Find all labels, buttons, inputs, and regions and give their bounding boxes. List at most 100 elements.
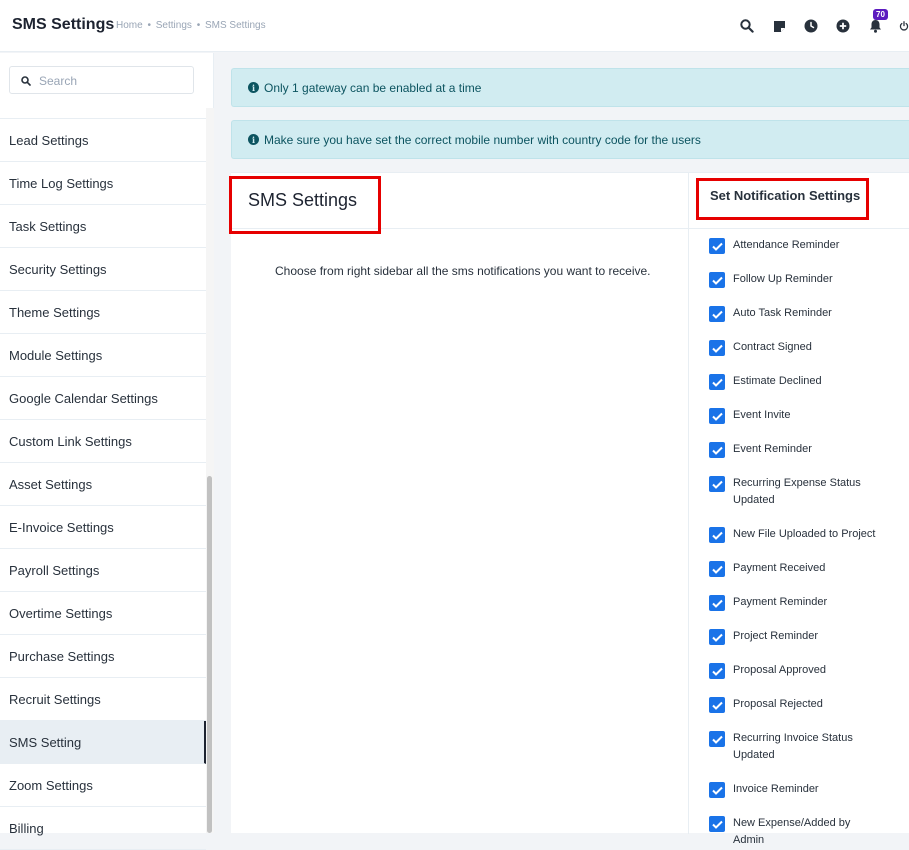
sidebar-item-sms-setting[interactable]: SMS Setting <box>0 721 206 764</box>
notification-checkbox-row[interactable]: Proposal Approved <box>709 662 904 696</box>
check-icon <box>711 735 723 744</box>
checkbox[interactable] <box>709 595 725 611</box>
sidebar-item-theme-settings[interactable]: Theme Settings <box>0 291 206 334</box>
notification-checkbox-row[interactable]: Follow Up Reminder <box>709 271 904 305</box>
checkbox-label: Attendance Reminder <box>733 239 840 251</box>
check-icon <box>711 242 723 251</box>
sidebar-item-module-settings[interactable]: Module Settings <box>0 334 206 377</box>
check-icon <box>711 599 723 608</box>
search-input[interactable] <box>39 72 189 89</box>
checkbox[interactable] <box>709 782 725 798</box>
notification-checkbox-row[interactable]: Auto Task Reminder <box>709 305 904 339</box>
bell-icon[interactable]: 70 <box>867 9 888 34</box>
notification-checkbox-row[interactable]: Project Reminder <box>709 628 904 662</box>
checkbox-label: New File Uploaded to Project <box>733 528 876 540</box>
notification-checkbox-row[interactable]: Attendance Reminder <box>709 237 904 271</box>
alert-text: Make sure you have set the correct mobil… <box>264 132 701 147</box>
info-icon: i <box>248 134 259 145</box>
power-icon[interactable] <box>899 18 909 34</box>
checkbox-label: New Expense/Added by Admin <box>733 817 851 846</box>
add-circle-icon[interactable] <box>835 18 851 34</box>
sidebar-item-time-log-settings[interactable]: Time Log Settings <box>0 162 206 205</box>
breadcrumb-separator: • <box>196 20 201 31</box>
notification-checkbox-row[interactable]: Event Reminder <box>709 441 904 475</box>
notification-checkbox-row[interactable]: Event Invite <box>709 407 904 441</box>
checkbox[interactable] <box>709 306 725 322</box>
checkbox[interactable] <box>709 629 725 645</box>
checkbox[interactable] <box>709 731 725 747</box>
notification-settings-panel: Set Notification Settings Attendance Rem… <box>688 173 909 846</box>
sidebar-item-billing[interactable]: Billing <box>0 807 206 850</box>
page-title: SMS Settings <box>12 16 115 33</box>
sidebar-item-overtime-settings[interactable]: Overtime Settings <box>0 592 206 635</box>
checkbox[interactable] <box>709 238 725 254</box>
sidebar-item-security-settings[interactable]: Security Settings <box>0 248 206 291</box>
sidebar-item-asset-settings[interactable]: Asset Settings <box>0 463 206 506</box>
sidebar-scrollbar[interactable] <box>206 108 214 833</box>
checkbox-label: Recurring Invoice Status Updated <box>733 732 853 761</box>
check-icon <box>711 378 723 387</box>
sidebar-item-label: Security Settings <box>9 261 107 277</box>
notification-badge: 70 <box>873 9 888 20</box>
scrollbar-thumb[interactable] <box>207 476 212 833</box>
notification-checkbox-row[interactable]: Payment Reminder <box>709 594 904 628</box>
checkbox[interactable] <box>709 527 725 543</box>
checkbox-label: Invoice Reminder <box>733 783 819 795</box>
checkbox-label: Event Reminder <box>733 443 812 455</box>
notification-checklist: Attendance Reminder Follow Up Reminder Aut… <box>709 237 904 849</box>
notification-checkbox-row[interactable]: Recurring Invoice Status Updated <box>709 730 904 781</box>
checkbox[interactable] <box>709 442 725 458</box>
breadcrumb: Home • Settings • SMS Settings <box>116 20 268 31</box>
sidebar-item-google-calendar-settings[interactable]: Google Calendar Settings <box>0 377 206 420</box>
check-icon <box>711 820 723 829</box>
check-icon <box>711 701 723 710</box>
checkbox[interactable] <box>709 561 725 577</box>
checkbox[interactable] <box>709 816 725 832</box>
check-icon <box>711 786 723 795</box>
sidebar-item-zoom-settings[interactable]: Zoom Settings <box>0 764 206 807</box>
sidebar-item-label: Purchase Settings <box>9 648 115 664</box>
notification-checkbox-row[interactable]: Proposal Rejected <box>709 696 904 730</box>
sidebar-item-recruit-settings[interactable]: Recruit Settings <box>0 678 206 721</box>
sidebar-item-label: Lead Settings <box>9 132 89 148</box>
clock-icon[interactable] <box>803 18 819 34</box>
notification-checkbox-row[interactable]: Invoice Reminder <box>709 781 904 815</box>
checkbox[interactable] <box>709 272 725 288</box>
checkbox[interactable] <box>709 408 725 424</box>
checkbox[interactable] <box>709 663 725 679</box>
checkbox-label: Project Reminder <box>733 630 818 642</box>
sidebar-item-e-invoice-settings[interactable]: E-Invoice Settings <box>0 506 206 549</box>
notification-checkbox-row[interactable]: Recurring Expense Status Updated <box>709 475 904 526</box>
breadcrumb-home[interactable]: Home <box>116 20 143 31</box>
sidebar-item-label: Billing <box>9 820 44 836</box>
check-icon <box>711 276 723 285</box>
checkbox-label: Payment Received <box>733 562 826 574</box>
sidebar-item-custom-link-settings[interactable]: Custom Link Settings <box>0 420 206 463</box>
sidebar-item-lead-settings[interactable]: Lead Settings <box>0 119 206 162</box>
sidebar-search[interactable] <box>9 66 194 94</box>
sidebar-item-label: Module Settings <box>9 347 103 363</box>
checkbox[interactable] <box>709 340 725 356</box>
checkbox-label: Estimate Declined <box>733 375 822 387</box>
breadcrumb-settings[interactable]: Settings <box>156 20 192 31</box>
checkbox-label: Recurring Expense Status Updated <box>733 477 861 506</box>
notification-checkbox-row[interactable]: Payment Received <box>709 560 904 594</box>
checkbox[interactable] <box>709 476 725 492</box>
search-icon <box>21 76 31 86</box>
notification-checkbox-row[interactable]: New Expense/Added by Admin <box>709 815 904 849</box>
sidebar-item-task-settings[interactable]: Task Settings <box>0 205 206 248</box>
checkbox-label: Payment Reminder <box>733 596 828 608</box>
sidebar-item-label: Task Settings <box>9 218 87 234</box>
sidebar-item-purchase-settings[interactable]: Purchase Settings <box>0 635 206 678</box>
notification-checkbox-row[interactable]: Estimate Declined <box>709 373 904 407</box>
search-icon[interactable] <box>739 18 755 34</box>
info-icon: i <box>248 82 259 93</box>
checkbox[interactable] <box>709 374 725 390</box>
sticky-note-icon[interactable] <box>771 18 787 34</box>
sidebar-item-payroll-settings[interactable]: Payroll Settings <box>0 549 206 592</box>
card-description: Choose from right sidebar all the sms no… <box>275 264 651 278</box>
check-icon <box>711 531 723 540</box>
notification-checkbox-row[interactable]: New File Uploaded to Project <box>709 526 904 560</box>
notification-checkbox-row[interactable]: Contract Signed <box>709 339 904 373</box>
checkbox[interactable] <box>709 697 725 713</box>
